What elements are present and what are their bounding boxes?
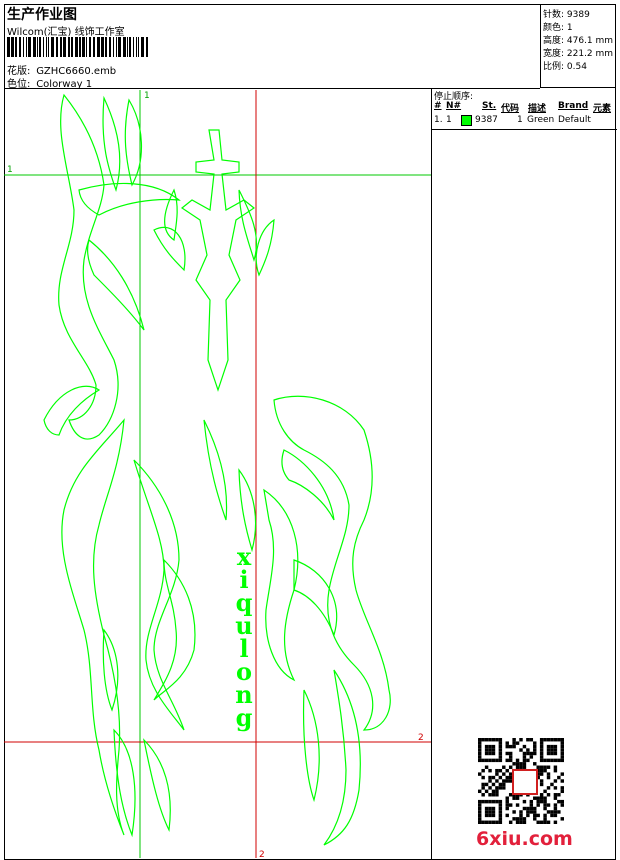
col-stitches: St. <box>482 101 497 111</box>
spec-scale: 比例: 0.54 <box>543 62 587 72</box>
col-needle: N# <box>446 101 462 111</box>
spec-width: 宽度: 221.2 mm <box>543 49 614 59</box>
watermark-logo: 6xiu.com <box>476 828 573 850</box>
company-name: Wilcom(汇宝) 线饰工作室 <box>7 27 125 38</box>
row-description: Green <box>527 115 555 125</box>
tribal-artwork <box>43 93 391 846</box>
row-index: 1. <box>434 115 443 125</box>
row-brand: Default <box>558 115 591 125</box>
guide-label-h2: 2 <box>418 733 424 743</box>
spec-stitches: 针数: 9389 <box>543 10 590 20</box>
col-brand: Brand <box>558 101 589 111</box>
specs-box: 针数: 9389 颜色: 1 高度: 476.1 mm 宽度: 221.2 mm… <box>540 4 616 88</box>
spec-colors: 颜色: 1 <box>543 23 573 33</box>
embroidery-design: 1 1 2 2 xiqulong <box>4 90 431 860</box>
guide-label-v1: 1 <box>144 91 150 101</box>
design-text: xiqulong <box>235 542 252 732</box>
col-description: 描述 <box>528 104 547 114</box>
seal-stamp <box>512 769 538 795</box>
stop-divider <box>432 129 617 130</box>
col-code: 代码 <box>501 104 520 114</box>
spec-height: 高度: 476.1 mm <box>543 36 614 46</box>
row-needle: 1 <box>446 115 452 125</box>
header: 生产作业图 Wilcom(汇宝) 线饰工作室 花版: GZHC6660.emb … <box>4 4 540 90</box>
design-text-letter: g <box>236 703 253 732</box>
row-code: 1 <box>517 115 523 125</box>
col-element: 元素 <box>593 104 612 114</box>
color-swatch <box>461 115 472 126</box>
col-index: # <box>434 101 442 111</box>
row-stitches: 9387 <box>475 115 498 125</box>
guide-label-v2: 2 <box>259 850 265 860</box>
guide-label-h1: 1 <box>7 165 13 175</box>
page-title: 生产作业图 <box>7 7 77 23</box>
barcode <box>7 37 148 57</box>
